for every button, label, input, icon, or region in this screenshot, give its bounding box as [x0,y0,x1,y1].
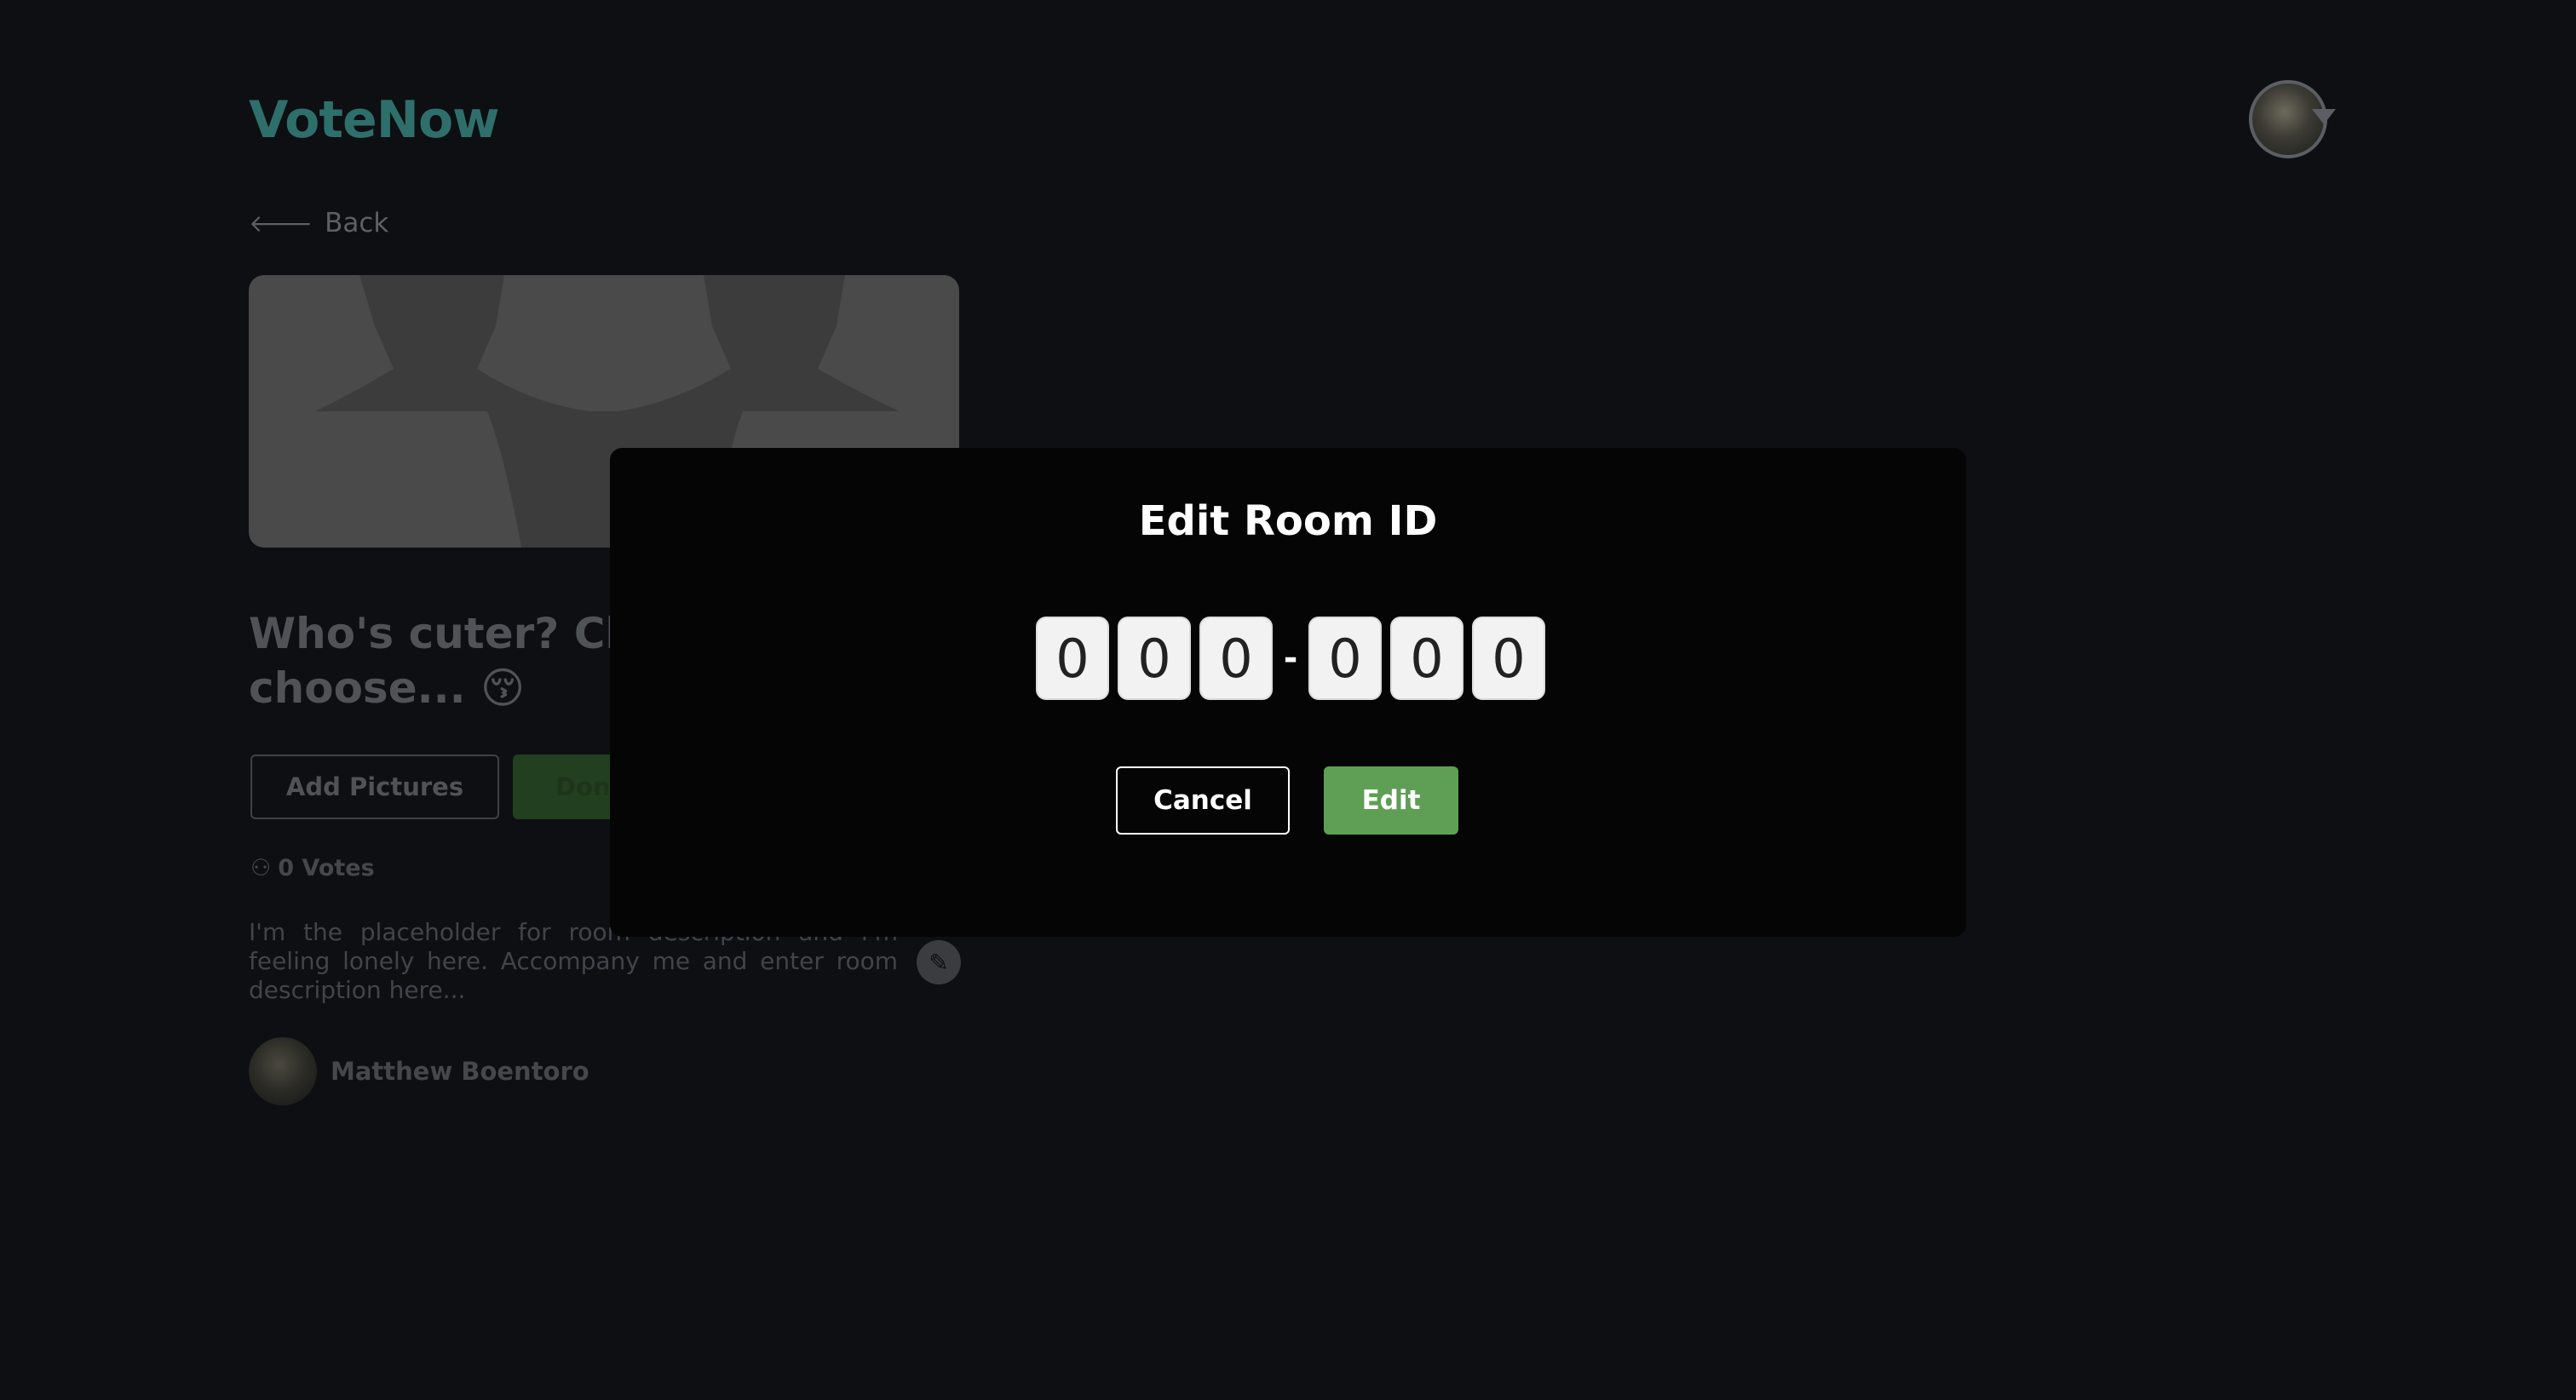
author-avatar [249,1037,317,1105]
room-author: Matthew Boentoro [249,1037,589,1105]
room-id-digit-4[interactable]: 0 [1308,617,1382,700]
back-link[interactable]: 🡐 Back [249,208,388,238]
modal-actions: Cancel Edit [1116,766,1458,835]
room-id-digit-3[interactable]: 0 [1199,617,1273,700]
caret-down-icon[interactable] [2312,109,2336,124]
room-id-separator: - [1283,639,1298,678]
arrow-left-icon: 🡐 [249,209,313,238]
add-pictures-button[interactable]: Add Pictures [250,755,499,819]
room-id-digit-6[interactable]: 0 [1472,617,1545,700]
votes-count: ⚇ 0 Votes [250,855,375,881]
room-id-digit-1[interactable]: 0 [1036,617,1109,700]
room-id-digit-5[interactable]: 0 [1390,617,1463,700]
author-name: Matthew Boentoro [331,1057,589,1086]
room-id-input[interactable]: 0 0 0 - 0 0 0 [1036,617,1545,700]
edit-room-id-modal: Edit Room ID 0 0 0 - 0 0 0 Cancel Edit [610,448,1966,937]
edit-description-pencil-icon[interactable]: ✎ [917,940,961,984]
back-label: Back [325,208,389,238]
page: VoteNow 🡐 Back ✎ Who's cuter? Click to c… [0,0,2576,1400]
modal-title: Edit Room ID [1138,497,1438,545]
user-icon: ⚇ [250,855,272,881]
votes-label: 0 Votes [278,855,375,881]
room-id-digit-2[interactable]: 0 [1118,617,1191,700]
edit-button[interactable]: Edit [1324,766,1458,835]
cancel-button[interactable]: Cancel [1116,766,1290,835]
app-logo[interactable]: VoteNow [249,90,500,150]
